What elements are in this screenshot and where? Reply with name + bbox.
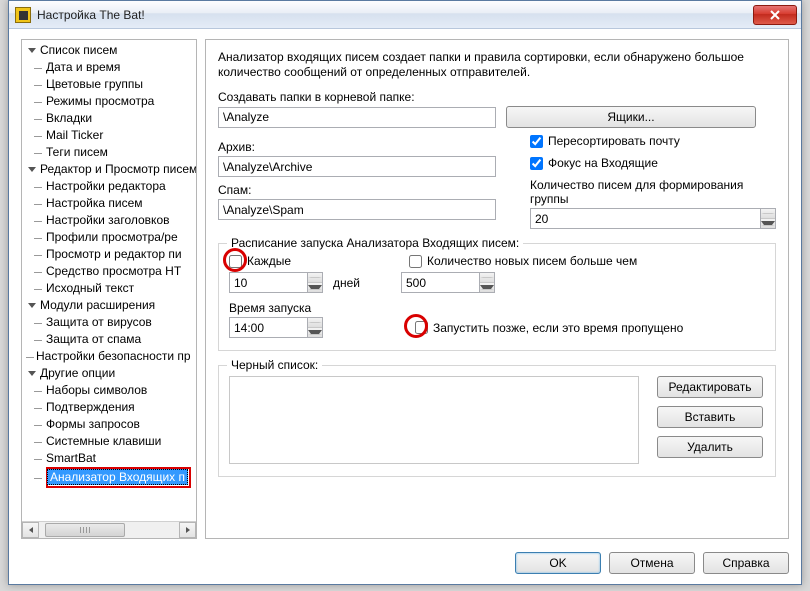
right-panel: Анализатор входящих писем создает папки …	[205, 39, 789, 539]
newcount-spin[interactable]	[401, 272, 495, 293]
tree-item[interactable]: Цветовые группы	[22, 76, 196, 93]
spin-down-icon[interactable]	[761, 219, 775, 228]
tree-group-messages[interactable]: Список писем	[22, 42, 196, 59]
spin-down-icon[interactable]	[480, 283, 494, 292]
spin-up-icon[interactable]	[480, 273, 494, 283]
group-count-input[interactable]	[530, 208, 760, 229]
runtime-label: Время запуска	[229, 301, 765, 315]
spam-input[interactable]	[218, 199, 496, 220]
tree-item[interactable]: Защита от вирусов	[22, 314, 196, 331]
caret-icon	[28, 167, 36, 172]
tree-item[interactable]: Теги писем	[22, 144, 196, 161]
scroll-thumb[interactable]	[45, 523, 125, 537]
help-button[interactable]: Справка	[703, 552, 789, 574]
spin-down-icon[interactable]	[308, 328, 322, 337]
tree-item[interactable]: Дата и время	[22, 59, 196, 76]
schedule-legend: Расписание запуска Анализатора Входящих …	[227, 236, 523, 250]
tree-item[interactable]: Подтверждения	[22, 399, 196, 416]
window-title: Настройка The Bat!	[37, 8, 753, 22]
tree-item[interactable]: Исходный текст	[22, 280, 196, 297]
runtime-spin[interactable]	[229, 317, 323, 338]
tree-item-analyzer[interactable]: Анализатор Входящих п	[22, 467, 196, 488]
tree-item-security[interactable]: Настройки безопасности пр	[22, 348, 196, 365]
tree-scrollbar[interactable]	[22, 521, 196, 538]
tree-group-other[interactable]: Другие опции	[22, 365, 196, 382]
runlater-checkbox[interactable]: Запустить позже, если это время пропущен…	[415, 321, 683, 335]
settings-window: Настройка The Bat! Список писем Дата и в…	[8, 0, 802, 585]
tree-item[interactable]: Mail Ticker	[22, 127, 196, 144]
newcount-checkbox[interactable]: Количество новых писем больше чем	[409, 254, 637, 268]
spin-up-icon[interactable]	[761, 209, 775, 219]
spin-down-icon[interactable]	[308, 283, 322, 292]
schedule-fieldset: Расписание запуска Анализатора Входящих …	[218, 243, 776, 351]
titlebar[interactable]: Настройка The Bat!	[9, 1, 801, 29]
blacklist-legend: Черный список:	[227, 358, 322, 372]
tree-group-plugins[interactable]: Модули расширения	[22, 297, 196, 314]
tree-item[interactable]: Вкладки	[22, 110, 196, 127]
archive-label: Архив:	[218, 140, 496, 154]
days-spin[interactable]	[229, 272, 323, 293]
tree-panel: Список писем Дата и время Цветовые групп…	[21, 39, 197, 539]
create-folder-input[interactable]	[218, 107, 496, 128]
ok-button[interactable]: OK	[515, 552, 601, 574]
insert-button[interactable]: Вставить	[657, 406, 763, 428]
caret-icon	[28, 371, 36, 376]
delete-button[interactable]: Удалить	[657, 436, 763, 458]
resort-checkbox[interactable]: Пересортировать почту	[530, 134, 776, 148]
tree-item[interactable]: Настройки редактора	[22, 178, 196, 195]
tree-item[interactable]: Средство просмотра HT	[22, 263, 196, 280]
tree-item[interactable]: Просмотр и редактор пи	[22, 246, 196, 263]
blacklist-textarea[interactable]	[229, 376, 639, 464]
every-checkbox[interactable]: Каждые	[229, 254, 399, 268]
close-icon	[770, 10, 780, 20]
newcount-input[interactable]	[401, 272, 479, 293]
scroll-right-arrow[interactable]	[179, 522, 196, 538]
app-icon	[15, 7, 31, 23]
tree-item[interactable]: Профили просмотра/ре	[22, 229, 196, 246]
tree-item[interactable]: Системные клавиши	[22, 433, 196, 450]
footer-buttons: OK Отмена Справка	[515, 552, 789, 574]
scroll-left-arrow[interactable]	[22, 522, 39, 538]
focus-checkbox[interactable]: Фокус на Входящие	[530, 156, 776, 170]
tree-item[interactable]: Режимы просмотра	[22, 93, 196, 110]
caret-icon	[28, 48, 36, 53]
mailboxes-button[interactable]: Ящики...	[506, 106, 756, 128]
tree-item[interactable]: Настройки заголовков	[22, 212, 196, 229]
days-input[interactable]	[229, 272, 307, 293]
spam-label: Спам:	[218, 183, 496, 197]
tree-group-editor[interactable]: Редактор и Просмотр писем	[22, 161, 196, 178]
cancel-button[interactable]: Отмена	[609, 552, 695, 574]
blacklist-fieldset: Черный список: Редактировать Вставить Уд…	[218, 365, 776, 477]
caret-icon	[28, 303, 36, 308]
body: Список писем Дата и время Цветовые групп…	[9, 29, 801, 584]
tree-item[interactable]: Настройка писем	[22, 195, 196, 212]
spin-up-icon[interactable]	[308, 318, 322, 328]
create-folder-label: Создавать папки в корневой папке:	[218, 90, 776, 104]
archive-input[interactable]	[218, 156, 496, 177]
tree-item[interactable]: Наборы символов	[22, 382, 196, 399]
spin-up-icon[interactable]	[308, 273, 322, 283]
tree-item[interactable]: SmartBat	[22, 450, 196, 467]
runtime-input[interactable]	[229, 317, 307, 338]
scroll-track[interactable]	[39, 522, 179, 538]
group-count-spin[interactable]	[530, 208, 776, 229]
tree-item[interactable]: Защита от спама	[22, 331, 196, 348]
close-button[interactable]	[753, 5, 797, 25]
group-count-label: Количество писем для формирования группы	[530, 178, 776, 206]
tree-item[interactable]: Формы запросов	[22, 416, 196, 433]
edit-button[interactable]: Редактировать	[657, 376, 763, 398]
tree[interactable]: Список писем Дата и время Цветовые групп…	[22, 40, 196, 488]
description-text: Анализатор входящих писем создает папки …	[218, 50, 776, 80]
days-unit: дней	[333, 276, 391, 290]
